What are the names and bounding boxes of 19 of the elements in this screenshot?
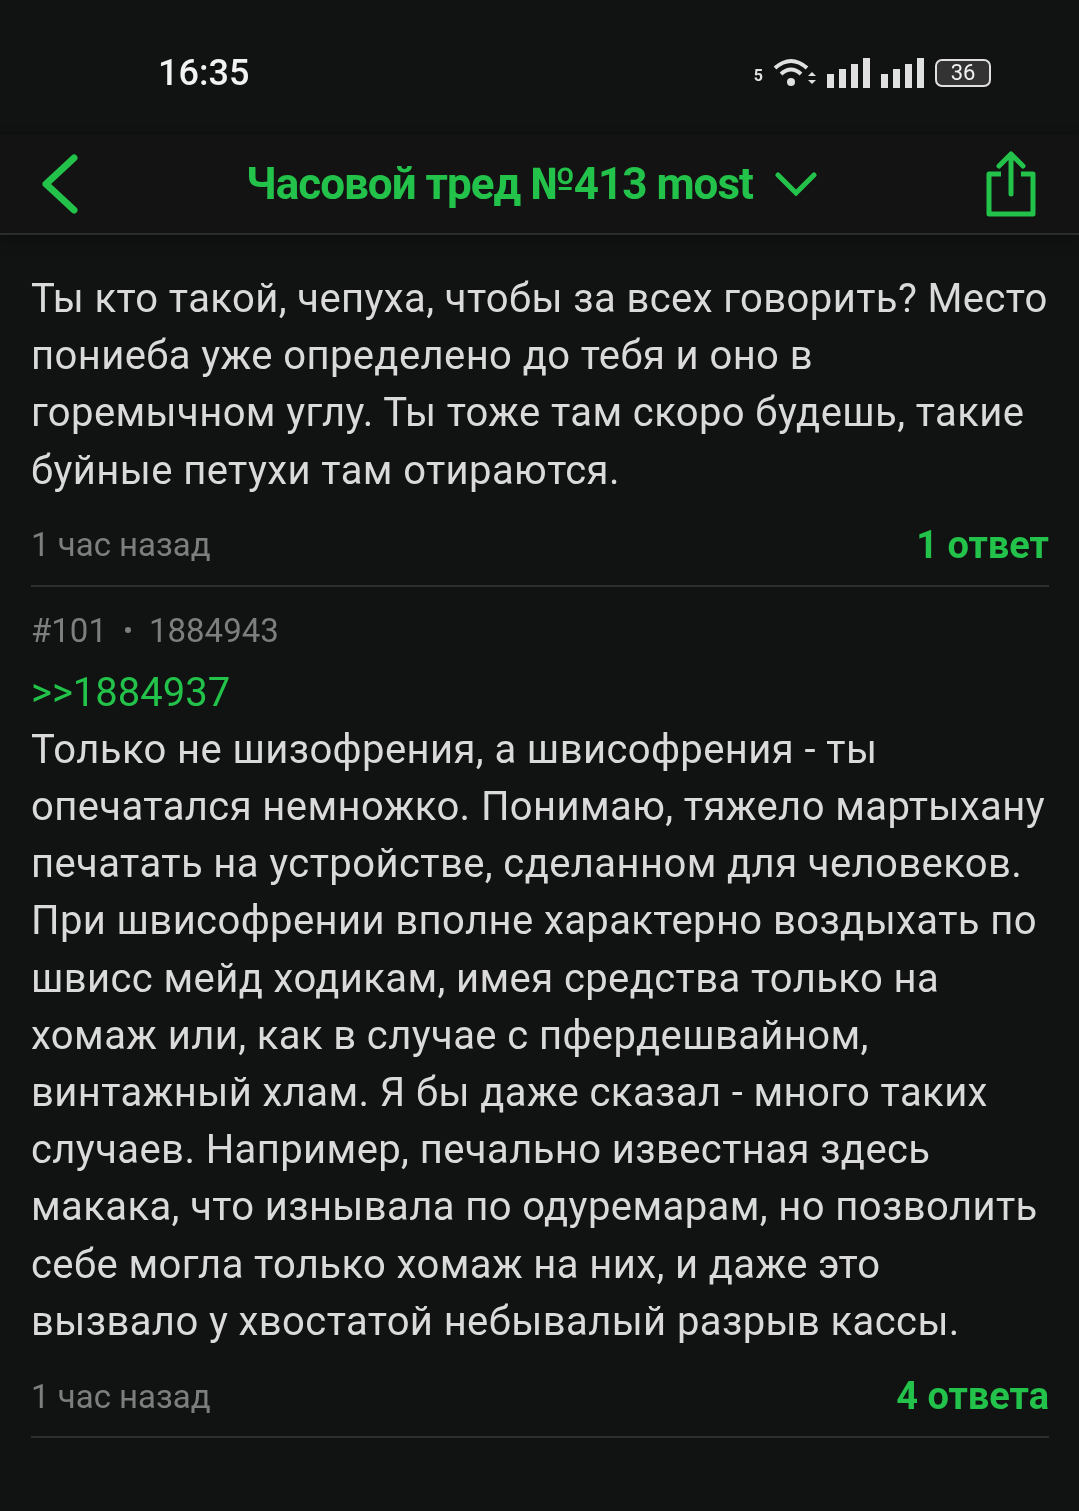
- thread-title: Часовой тред №413 most: [246, 158, 753, 210]
- chevron-down-icon[interactable]: [774, 172, 817, 196]
- back-icon[interactable]: [40, 154, 80, 214]
- dot-separator-icon: [124, 627, 131, 634]
- reply-link[interactable]: >>1884937: [31, 668, 231, 716]
- post-text: Только не шизофрения, а швисофрения - ты опечатался немножко. Понимаю, тяжело мартыхану печатать на устройстве, сделанном для человеков. При швисофрении вполне характерно воздыхать по швисс мейд ходикам, имея средства только на хомаж или, как в случае с пфердешвайном, винтажный хлам. Я бы даже сказал - много таких случаев. Например, печально известная здесь макака, что изнывала по одуремарам, но позволить себе могла только хомаж на них, и даже это вызвало у хвостатой небывалый разрыв кассы.: [31, 724, 1046, 1347]
- post-time: 1 час назад: [31, 1376, 211, 1416]
- replies-link[interactable]: 1 ответ: [916, 522, 1049, 567]
- replies-link[interactable]: 4 ответа: [896, 1374, 1049, 1419]
- wifi-band-label: 5: [753, 65, 763, 85]
- wifi-icon: [773, 56, 817, 89]
- signal-icon: [827, 57, 871, 88]
- post-number: #101: [31, 610, 107, 650]
- post-id: 1884943: [148, 610, 279, 650]
- signal-icon: [881, 57, 925, 88]
- clock: 16:35: [158, 51, 250, 94]
- post-time: 1 час назад: [31, 525, 211, 565]
- battery-icon: 36: [935, 58, 991, 87]
- post-text: Ты кто такой, чепуха, чтобы за всех говорить? Место пониеба уже определено до тебя и оно в горемычном углу. Ты тоже там скоро будешь, такие буйные петухи там отираются.: [31, 274, 1049, 496]
